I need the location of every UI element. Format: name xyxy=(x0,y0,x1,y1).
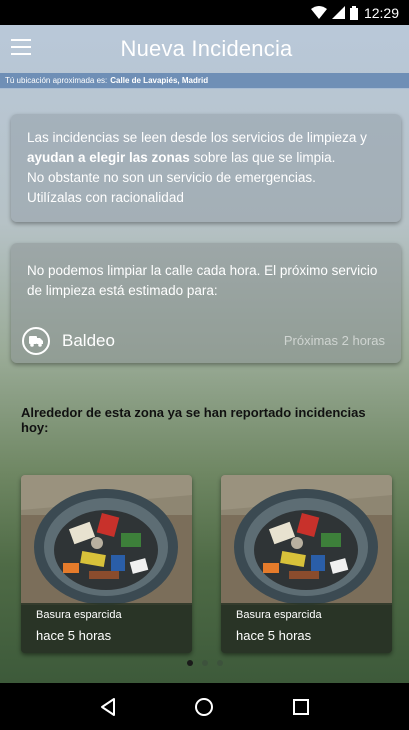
pager-dot[interactable] xyxy=(186,660,193,666)
status-icons xyxy=(310,5,358,20)
pager-dot[interactable] xyxy=(216,660,223,666)
hamburger-icon[interactable] xyxy=(11,39,31,55)
battery-icon xyxy=(349,5,358,20)
page-title: Nueva Incidencia xyxy=(120,36,293,61)
app-screen: Nueva Incidencia Tú ubicación aproximada… xyxy=(0,25,409,683)
home-button[interactable] xyxy=(184,687,224,727)
trash-bin-photo xyxy=(221,475,392,605)
signal-icon xyxy=(331,6,345,19)
service-time: Próximas 2 horas xyxy=(283,333,385,348)
info-card: Las incidencias se leen desde los servic… xyxy=(11,114,401,222)
incident-caption: Basura esparcida hace 5 horas xyxy=(221,603,392,653)
info-line-2-rest: sobre las que se limpia. xyxy=(189,150,336,165)
service-description: No podemos limpiar la calle cada hora. E… xyxy=(27,263,378,298)
trash-bin-photo xyxy=(21,475,192,605)
incident-caption: Basura esparcida hace 5 horas xyxy=(21,603,192,653)
incident-type: Basura esparcida xyxy=(236,609,322,621)
app-bar: Nueva Incidencia xyxy=(0,25,409,73)
pager-dots xyxy=(0,658,409,668)
location-address: Calle de Lavapiés, Madrid xyxy=(110,76,209,85)
info-line-4: Utilízalas con racionalidad xyxy=(27,190,184,205)
info-line-2: ayudan a elegir las zonas sobre las que … xyxy=(27,148,385,168)
status-bar: 12:29 xyxy=(0,0,409,25)
incident-card[interactable]: Basura esparcida hace 5 horas xyxy=(21,475,192,653)
service-card[interactable]: No podemos limpiar la calle cada hora. E… xyxy=(11,243,401,363)
service-name: Baldeo xyxy=(62,331,115,350)
nearby-title: Alrededor de esta zona ya se han reporta… xyxy=(21,405,366,435)
service-left: Baldeo xyxy=(22,327,115,355)
home-circle-icon xyxy=(195,697,214,716)
service-row[interactable]: Baldeo Próximas 2 horas xyxy=(22,327,385,355)
wifi-icon xyxy=(310,6,327,19)
back-triangle-icon xyxy=(101,697,116,716)
truck-icon xyxy=(22,327,50,355)
incident-time: hace 5 horas xyxy=(36,628,112,643)
status-time: 12:29 xyxy=(363,4,399,21)
recents-square-icon xyxy=(292,698,309,715)
incident-time: hace 5 horas xyxy=(236,628,312,643)
pager-dot[interactable] xyxy=(201,660,208,666)
incident-card[interactable]: Basura esparcida hace 5 horas xyxy=(221,475,392,653)
system-nav-bar xyxy=(0,683,409,730)
back-button[interactable] xyxy=(88,687,128,727)
incident-type: Basura esparcida xyxy=(36,609,122,621)
recents-button[interactable] xyxy=(281,687,321,727)
location-prefix: Tú ubicación aproximada es: xyxy=(5,76,108,85)
info-line-3: No obstante no son un servicio de emerge… xyxy=(27,170,316,185)
info-bold-text: ayudan a elegir las zonas xyxy=(27,150,190,165)
info-line-1: Las incidencias se leen desde los servic… xyxy=(27,130,367,145)
location-bar: Tú ubicación aproximada es: Calle de Lav… xyxy=(0,73,409,89)
